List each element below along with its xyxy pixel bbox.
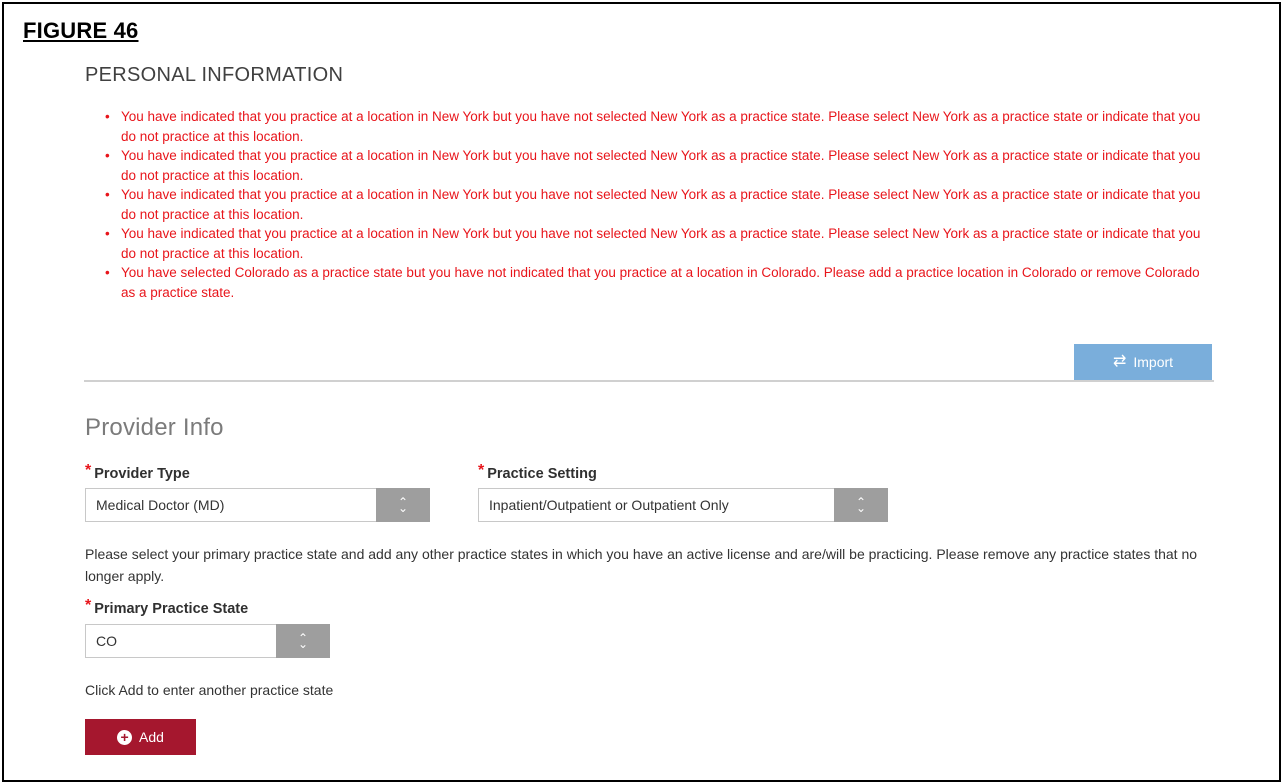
error-message: You have indicated that you practice at …	[103, 107, 1201, 146]
provider-info-title: Provider Info	[85, 414, 224, 441]
plus-circle-icon: +	[117, 729, 133, 745]
primary-practice-state-label-text: Primary Practice State	[94, 601, 249, 617]
primary-practice-state-label: * Primary Practice State	[85, 597, 249, 618]
error-message: You have indicated that you practice at …	[103, 185, 1201, 224]
select-arrows-icon[interactable]: ⌃ ⌄	[276, 624, 330, 658]
add-help-text: Click Add to enter another practice stat…	[85, 682, 334, 698]
swap-arrows-icon: ⇄	[1112, 353, 1127, 370]
error-message: You have indicated that you practice at …	[103, 224, 1201, 263]
provider-type-value: Medical Doctor (MD)	[96, 497, 225, 513]
provider-type-label-text: Provider Type	[94, 466, 190, 482]
import-button-label: Import	[1133, 354, 1174, 370]
section-divider	[84, 380, 1214, 382]
error-message: You have selected Colorado as a practice…	[103, 263, 1201, 302]
practice-setting-label-text: Practice Setting	[487, 466, 597, 482]
add-button-label: Add	[139, 729, 164, 745]
primary-practice-state-value: CO	[96, 633, 117, 649]
provider-type-label: * Provider Type	[85, 462, 190, 483]
required-marker: *	[85, 462, 92, 479]
required-marker: *	[478, 462, 485, 479]
error-list: You have indicated that you practice at …	[103, 107, 1201, 302]
required-marker: *	[85, 597, 92, 614]
primary-practice-state-select[interactable]: CO ⌃ ⌄	[85, 624, 330, 658]
select-arrows-icon[interactable]: ⌃ ⌄	[376, 488, 430, 522]
figure-label: FIGURE 46	[23, 18, 139, 43]
section-title: PERSONAL INFORMATION	[85, 64, 344, 86]
practice-setting-label: * Practice Setting	[478, 462, 597, 483]
error-message: You have indicated that you practice at …	[103, 146, 1201, 185]
select-arrows-icon[interactable]: ⌃ ⌄	[834, 488, 888, 522]
practice-setting-value: Inpatient/Outpatient or Outpatient Only	[489, 497, 729, 513]
provider-type-select[interactable]: Medical Doctor (MD) ⌃ ⌄	[85, 488, 430, 522]
practice-setting-select[interactable]: Inpatient/Outpatient or Outpatient Only …	[478, 488, 888, 522]
practice-state-help-text: Please select your primary practice stat…	[85, 546, 1198, 584]
add-practice-state-button[interactable]: + Add	[85, 719, 196, 755]
import-button[interactable]: ⇄ Import	[1074, 344, 1212, 380]
